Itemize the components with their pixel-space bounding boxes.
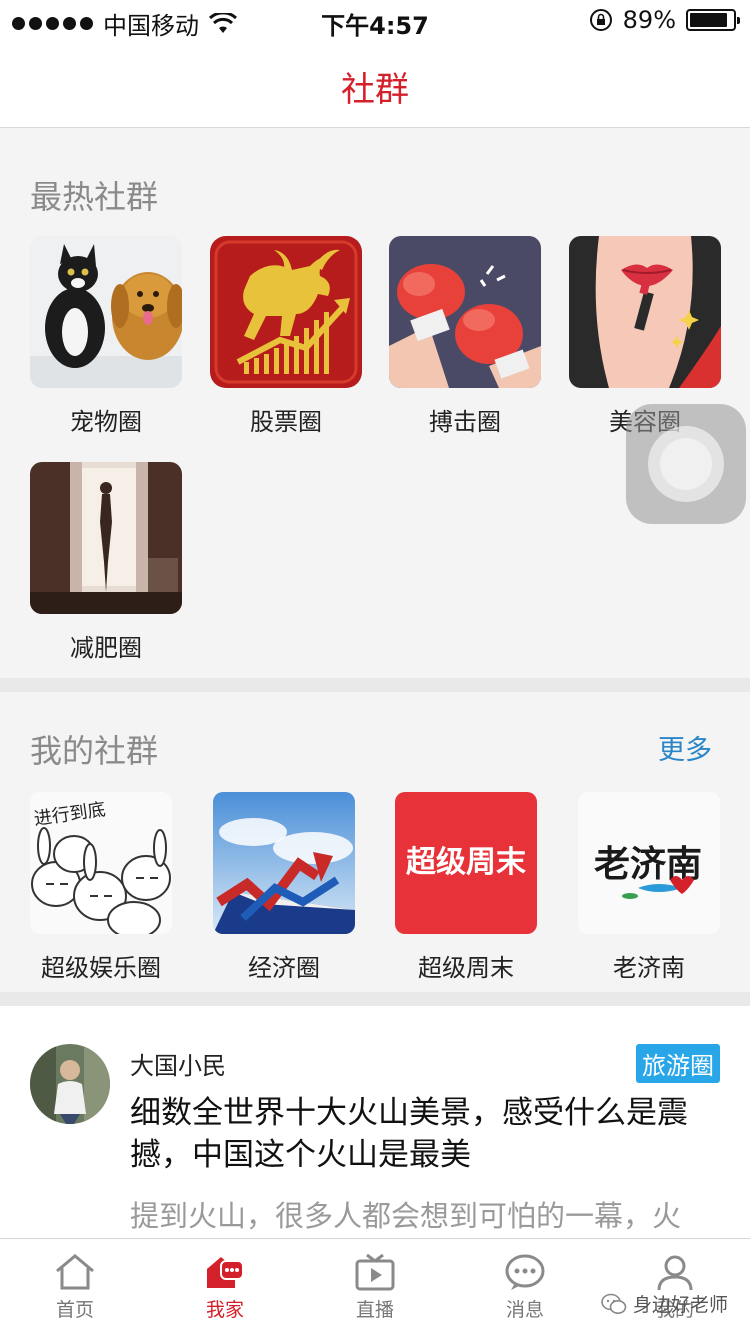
tile-label: 超级周末: [418, 954, 514, 982]
weekend-logo: 超级周末: [395, 792, 537, 934]
tile-label: 经济圈: [248, 954, 320, 982]
my-home-icon: [207, 1257, 244, 1288]
silhouette-photo: [30, 462, 182, 614]
post-card[interactable]: 大国小民 旅游圈 细数全世界十大火山美景，感受什么是震撼，中国这个火山是最美 提…: [0, 1006, 750, 1238]
boxing-glove-icon: [389, 236, 541, 388]
community-tile-weekend[interactable]: 超级周末 超级周末: [395, 792, 537, 983]
tab-live[interactable]: 直播: [325, 1253, 425, 1322]
assistive-touch-button[interactable]: [626, 404, 746, 524]
avatar[interactable]: [30, 1044, 110, 1124]
section-title: 最热社群: [30, 178, 159, 216]
navigation-bar: 社群: [0, 40, 750, 128]
tv-icon: [355, 1253, 395, 1291]
person-icon: [657, 1255, 693, 1291]
section-title: 我的社群: [30, 732, 159, 770]
tile-label: 减肥圈: [70, 634, 142, 662]
status-bar: 中国移动 下午4:57 89%: [0, 0, 750, 40]
bull-icon: [210, 236, 362, 388]
old-jinan-calligraphy: 老济南: [578, 792, 720, 934]
rabbits-cartoon: 进行到底: [30, 792, 172, 934]
post-author[interactable]: 大国小民: [130, 1046, 226, 1081]
post-excerpt: 提到火山，很多人都会想到可怕的一幕，火: [130, 1199, 682, 1233]
page-title: 社群: [341, 70, 409, 110]
community-tile-old-jinan[interactable]: 老济南 老济南: [578, 792, 720, 983]
tile-label: 老济南: [613, 954, 685, 982]
tab-bar: 首页 我家 直播 消息 我的: [0, 1238, 750, 1334]
pet-photo: [30, 236, 182, 388]
image-caption: 超级周末: [406, 845, 526, 880]
tab-messages[interactable]: 消息: [475, 1253, 575, 1322]
wechat-icon: [601, 1293, 627, 1314]
assistive-core: [660, 438, 712, 490]
message-icon: [505, 1254, 545, 1290]
community-tile-economy[interactable]: 经济圈: [213, 792, 355, 983]
battery-percent: 89%: [622, 6, 676, 34]
tab-home[interactable]: 首页: [25, 1253, 125, 1322]
tab-label: 我家: [205, 1299, 244, 1321]
tab-label: 消息: [505, 1299, 544, 1321]
tab-my-home[interactable]: 我家: [175, 1253, 275, 1322]
section-divider: [0, 992, 750, 1006]
tile-label: 宠物圈: [70, 408, 142, 436]
post-category-tag[interactable]: 旅游圈: [636, 1044, 720, 1083]
tab-label: 首页: [55, 1299, 94, 1321]
community-tile-pets[interactable]: 宠物圈: [30, 236, 182, 437]
community-tile-weight-loss[interactable]: 减肥圈: [30, 462, 182, 663]
post-title[interactable]: 细数全世界十大火山美景，感受什么是震撼，中国这个火山是最美: [130, 1092, 720, 1176]
tab-label: 直播: [355, 1299, 394, 1321]
battery-icon: [686, 9, 740, 31]
home-icon: [56, 1254, 94, 1290]
my-communities-section: 我的社群 更多 进行到底 超级娱乐圈 经济圈 超级周末 超级周末 老济南 老济南: [0, 692, 750, 992]
rotation-lock-icon: [589, 9, 612, 31]
tile-label: 股票圈: [250, 408, 322, 436]
watermark-text: 身边好老师: [632, 1294, 728, 1316]
community-tile-entertainment[interactable]: 进行到底 超级娱乐圈: [30, 792, 172, 983]
tile-label: 搏击圈: [429, 408, 501, 436]
rising-chart-photo: [213, 792, 355, 934]
battery-area: 89%: [589, 6, 740, 34]
tile-label: 超级娱乐圈: [41, 954, 161, 982]
watermark: 身边好老师: [601, 1290, 728, 1317]
more-link[interactable]: 更多: [658, 728, 712, 767]
community-tile-stocks[interactable]: 股票圈: [210, 236, 362, 437]
community-tile-boxing[interactable]: 搏击圈: [389, 236, 541, 437]
section-divider: [0, 678, 750, 692]
lipstick-illustration: [569, 236, 721, 388]
